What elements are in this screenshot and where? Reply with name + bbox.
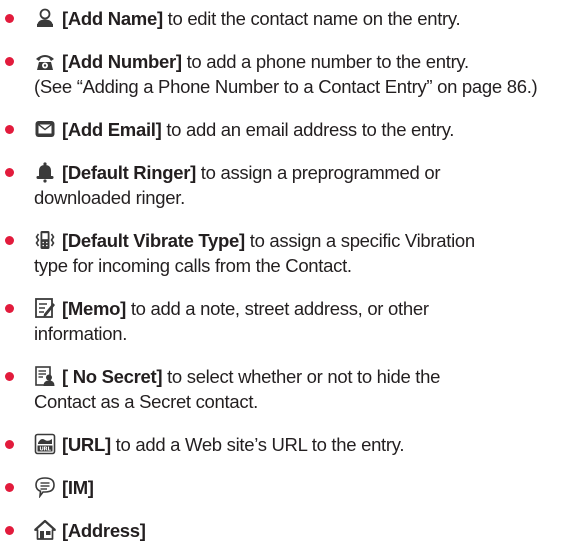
item-description: to select whether or not to hide the (162, 366, 441, 387)
item-description: to add a note, street address, or other (125, 298, 429, 319)
list-item-default-vibrate-type: [Default Vibrate Type] to assign a speci… (4, 228, 582, 278)
bullet-dot (5, 304, 14, 313)
telephone-icon (34, 50, 56, 72)
item-label: [Default Ringer] (62, 162, 196, 183)
secret-icon (34, 365, 56, 387)
list-item-add-name: [Add Name] to edit the contact name on t… (4, 6, 582, 31)
item-label: [IM] (62, 477, 94, 498)
item-label: [Add Number] (62, 51, 182, 72)
item-description: to edit the contact name on the entry. (162, 8, 461, 29)
bell-icon (34, 161, 56, 183)
bullet-dot (5, 440, 14, 449)
item-description: to add a phone number to the entry. (181, 51, 470, 72)
list-item-url: URL [URL] to add a Web site’s URL to the… (4, 432, 582, 457)
list-item-no-secret: [ No Secret] to select whether or not to… (4, 364, 582, 414)
chat-bubble-icon (34, 476, 56, 498)
bullet-dot (5, 526, 14, 535)
item-description-cont: type for incoming calls from the Contact… (34, 255, 352, 276)
item-description: to assign a preprogrammed or (195, 162, 441, 183)
item-description-cont: information. (34, 323, 128, 344)
item-label: [Address] (62, 520, 146, 541)
item-label: [Default Vibrate Type] (62, 230, 245, 251)
list-item-default-ringer: [Default Ringer] to assign a preprogramm… (4, 160, 582, 210)
bullet-dot (5, 125, 14, 134)
contact-options-list: [Add Name] to edit the contact name on t… (0, 0, 582, 542)
list-item-im: [IM] (4, 475, 582, 500)
bullet-dot (5, 168, 14, 177)
item-label: [URL] (62, 434, 111, 455)
item-label: [ No Secret] (62, 366, 163, 387)
item-description: to add a Web site’s URL to the entry. (110, 434, 405, 455)
house-icon (34, 519, 56, 541)
bullet-dot (5, 57, 14, 66)
vibrate-icon (34, 229, 56, 251)
item-label: [Memo] (62, 298, 126, 319)
bullet-dot (5, 372, 14, 381)
bullet-dot (5, 236, 14, 245)
bullet-dot (5, 14, 14, 23)
list-item-memo: [Memo] to add a note, street address, or… (4, 296, 582, 346)
list-item-add-email: [Add Email] to add an email address to t… (4, 117, 582, 142)
item-description: to add an email address to the entry. (161, 119, 455, 140)
item-description-cont: Contact as a Secret contact. (34, 391, 258, 412)
person-icon (34, 7, 56, 29)
list-item-add-number: [Add Number] to add a phone number to th… (4, 49, 582, 99)
item-description: to assign a specific Vibration (244, 230, 475, 251)
item-label: [Add Email] (62, 119, 162, 140)
memo-icon (34, 297, 56, 319)
list-item-address: [Address] (4, 518, 582, 543)
email-icon (34, 118, 56, 140)
bullet-dot (5, 483, 14, 492)
item-description-cont: downloaded ringer. (34, 187, 185, 208)
item-label: [Add Name] (62, 8, 163, 29)
url-icon: URL (34, 433, 56, 455)
item-description-cont: (See “Adding a Phone Number to a Contact… (34, 76, 538, 97)
svg-text:URL: URL (39, 447, 51, 453)
